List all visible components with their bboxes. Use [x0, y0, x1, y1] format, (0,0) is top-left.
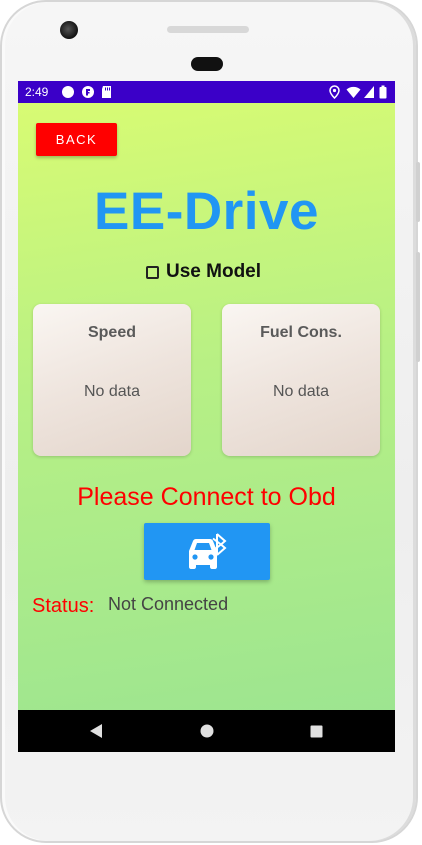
status-value: Not Connected [108, 594, 229, 614]
car-bluetooth-icon [189, 533, 227, 569]
fuel-card-title: Fuel Cons. [260, 324, 342, 341]
app-title: EE-Drive [94, 182, 319, 241]
status-label: Status: [32, 595, 95, 617]
phone-frame: 2:49 BACK EE-Drive Use Model Speed No da… [0, 0, 420, 843]
back-triangle-icon [90, 724, 102, 738]
earpiece [191, 57, 223, 71]
connect-message: Please Connect to Obd [77, 483, 336, 511]
navigation-bar [18, 710, 395, 752]
front-camera [60, 21, 78, 39]
battery-icon [379, 85, 387, 99]
app-content: BACK EE-Drive Use Model Speed No data Fu… [18, 103, 395, 710]
speed-card-value: No data [83, 383, 141, 400]
home-circle-icon [200, 724, 214, 738]
location-icon [329, 85, 340, 99]
status-bar: 2:49 [18, 81, 395, 103]
status-time: 2:49 [25, 85, 49, 99]
nav-home-button[interactable] [182, 710, 232, 752]
phone-screen: 2:49 BACK EE-Drive Use Model Speed No da… [18, 81, 395, 752]
sd-card-icon [102, 86, 111, 98]
circle-icon [62, 86, 74, 98]
recents-square-icon [310, 725, 322, 737]
connect-obd-button[interactable] [144, 523, 270, 580]
top-speaker [167, 26, 249, 33]
app-notification-icon [82, 86, 94, 98]
power-button [416, 162, 420, 222]
use-model-checkbox[interactable]: Use Model [146, 260, 261, 284]
signal-icon [364, 86, 374, 98]
use-model-label: Use Model [166, 261, 262, 282]
speed-card-title: Speed [87, 324, 136, 341]
wifi-icon [346, 86, 361, 98]
nav-recents-button[interactable] [291, 710, 341, 752]
nav-back-button[interactable] [71, 710, 121, 752]
fuel-card-value: No data [272, 383, 330, 400]
volume-button [416, 252, 420, 362]
checkbox-box[interactable] [146, 265, 159, 279]
back-button[interactable]: BACK [36, 123, 117, 156]
speed-card: Speed No data [33, 304, 191, 456]
fuel-card: Fuel Cons. No data [222, 304, 380, 456]
